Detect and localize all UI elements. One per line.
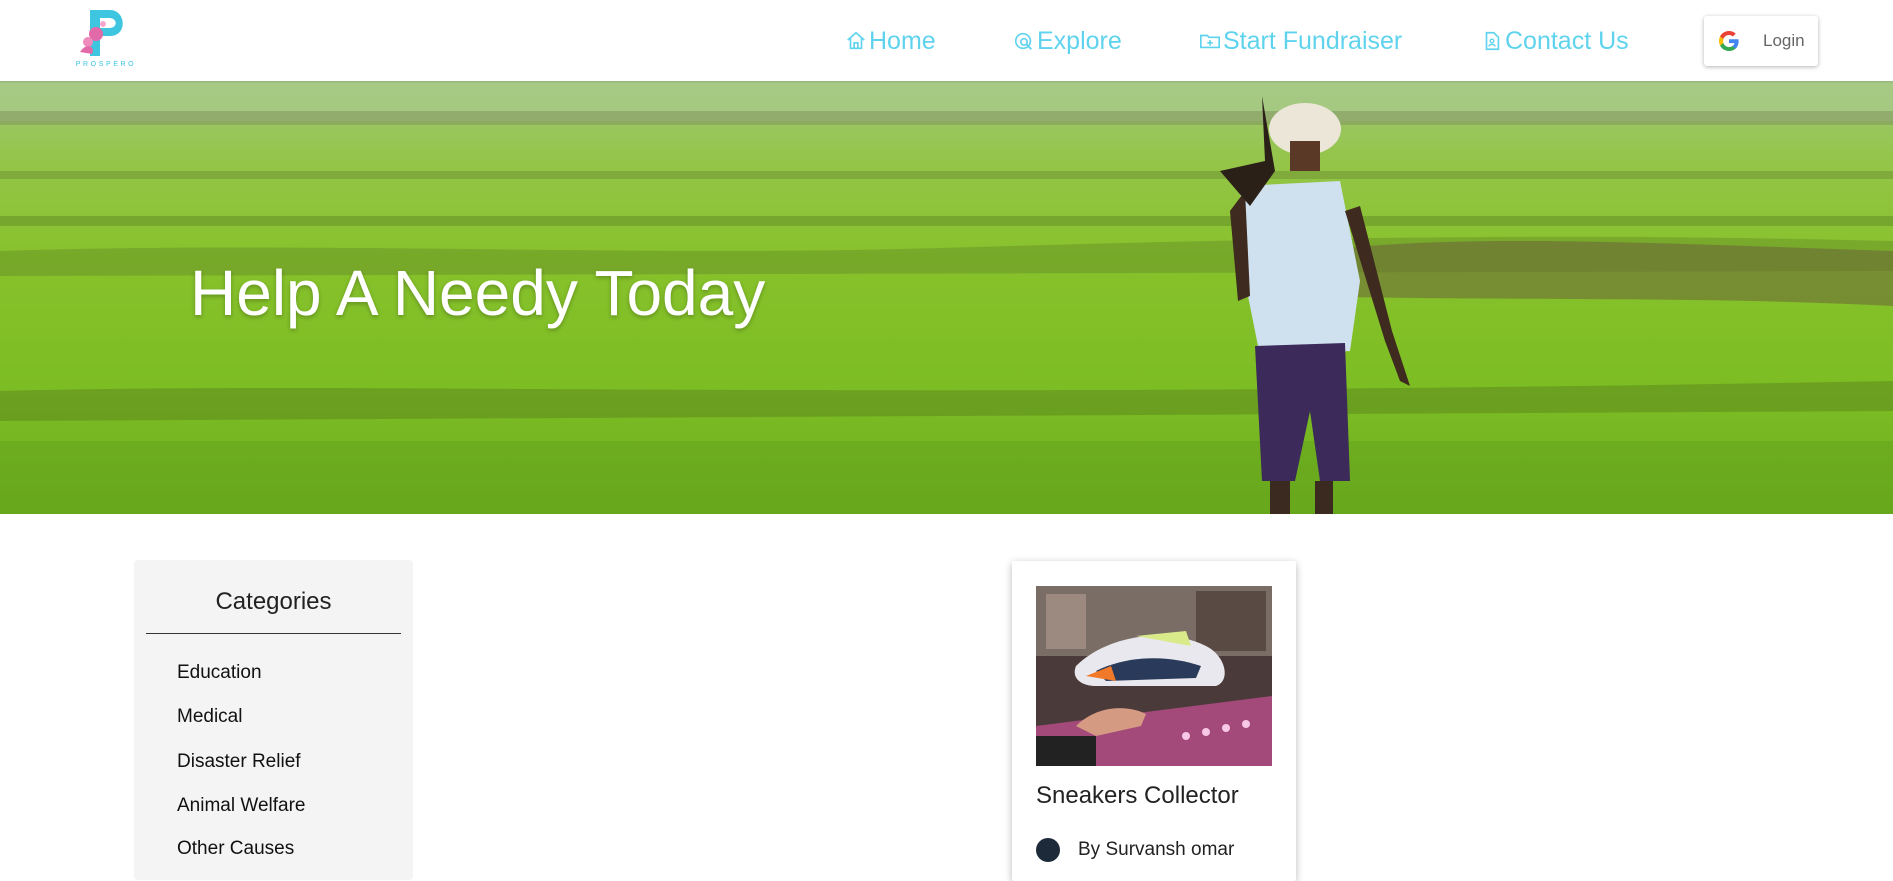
nav-start-fundraiser[interactable]: Start Fundraiser: [1199, 24, 1402, 58]
hero-title: Help A Needy Today: [190, 257, 766, 329]
author-name: By Survansh omar: [1078, 839, 1235, 860]
categories-divider: [146, 633, 401, 634]
category-disaster-relief[interactable]: Disaster Relief: [177, 751, 301, 773]
author-avatar: [1036, 838, 1060, 862]
fundraiser-title[interactable]: Sneakers Collector: [1036, 782, 1239, 810]
sneaker-image: [1036, 586, 1272, 766]
explore-icon: [1014, 32, 1032, 50]
hero-banner: Help A Needy Today: [0, 81, 1893, 514]
google-icon: [1719, 31, 1739, 51]
logo-mark-icon: [80, 10, 123, 56]
category-medical[interactable]: Medical: [177, 706, 242, 728]
nav-explore-label: Explore: [1037, 26, 1122, 55]
login-label: Login: [1763, 31, 1805, 50]
folder-plus-icon: [1200, 34, 1220, 49]
nav-home-label: Home: [869, 26, 936, 55]
fundraiser-card[interactable]: Sneakers Collector By Survansh omar: [1012, 561, 1296, 881]
logo-caption: PROSPERO: [75, 61, 137, 68]
home-icon: [847, 31, 865, 50]
nav-contact-us[interactable]: Contact Us: [1481, 24, 1629, 58]
nav-start-fundraiser-label: Start Fundraiser: [1223, 26, 1403, 55]
fundraiser-author: By Survansh omar: [1036, 837, 1234, 863]
fundraiser-image[interactable]: [1036, 586, 1272, 766]
prospero-logo[interactable]: PROSPERO: [66, 6, 146, 72]
categories-title: Categories: [215, 588, 332, 615]
nav-home[interactable]: Home: [845, 24, 936, 58]
category-education[interactable]: Education: [177, 662, 262, 684]
nav-contact-us-label: Contact Us: [1505, 26, 1629, 55]
google-login-button[interactable]: Login: [1704, 16, 1818, 66]
document-icon: [1485, 31, 1500, 51]
category-other-causes[interactable]: Other Causes: [177, 838, 294, 860]
category-animal-welfare[interactable]: Animal Welfare: [177, 795, 305, 817]
nav-explore[interactable]: Explore: [1013, 24, 1122, 58]
top-navbar: PROSPERO Home Explore Start Fundraiser C…: [0, 0, 1893, 81]
categories-panel: Categories Education Medical Disaster Re…: [134, 560, 413, 880]
